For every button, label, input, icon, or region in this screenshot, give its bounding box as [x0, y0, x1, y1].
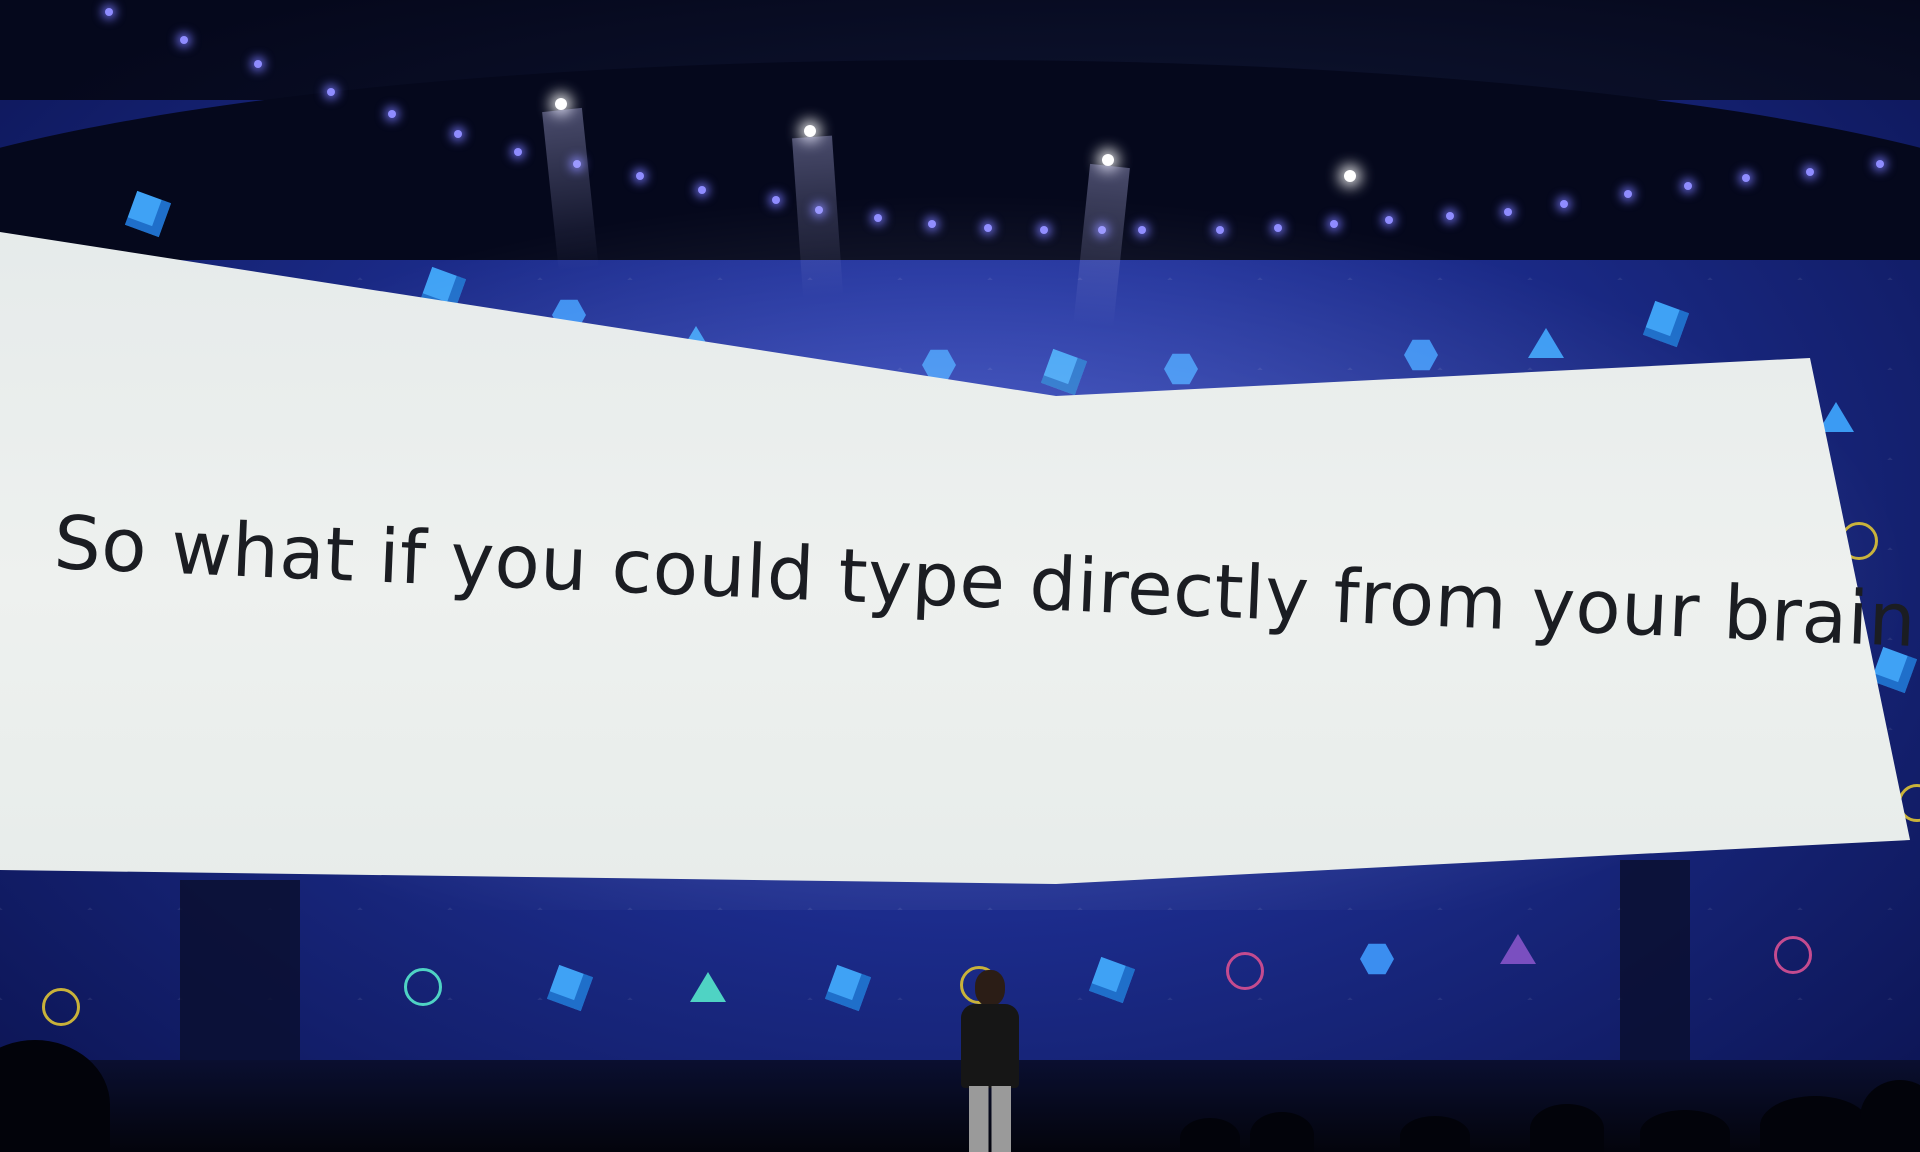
spotlight — [1344, 170, 1356, 182]
stage-light — [1684, 182, 1692, 190]
stage-light — [105, 8, 113, 16]
stage-light — [636, 172, 644, 180]
octahedron-outline-icon — [1774, 936, 1812, 974]
stage-light — [1138, 226, 1146, 234]
stage-light — [514, 148, 522, 156]
audience-head — [1640, 1110, 1730, 1152]
spotlight — [804, 125, 816, 137]
stage-light — [1624, 190, 1632, 198]
stage-light — [1330, 220, 1338, 228]
stage-light — [180, 36, 188, 44]
speaker-jacket — [961, 1004, 1019, 1088]
speaker-head — [975, 970, 1005, 1006]
pyramid-icon — [690, 972, 726, 1002]
stage-light — [1876, 160, 1884, 168]
stage-light — [1274, 224, 1282, 232]
stage-light — [698, 186, 706, 194]
audience-head — [1180, 1118, 1240, 1152]
spotlight — [555, 98, 567, 110]
stage-light — [984, 224, 992, 232]
pyramid-icon — [1528, 328, 1564, 358]
dodecahedron-outline-icon — [404, 968, 442, 1006]
stage-light — [874, 214, 882, 222]
stage-light — [1040, 226, 1048, 234]
spotlight — [1102, 154, 1114, 166]
stage-light — [388, 110, 396, 118]
dodecahedron-outline-icon — [42, 988, 80, 1026]
speaker — [955, 970, 1025, 1152]
stage-light — [1806, 168, 1814, 176]
audience-head — [1530, 1104, 1604, 1152]
audience-head — [1250, 1112, 1314, 1152]
stage-light — [254, 60, 262, 68]
audience-head — [1760, 1096, 1870, 1152]
stage-light — [1216, 226, 1224, 234]
conference-stage-photo: So what if you could type directly from … — [0, 0, 1920, 1152]
stage-light — [1446, 212, 1454, 220]
stage-light — [1560, 200, 1568, 208]
stage-light — [1504, 208, 1512, 216]
stage-light — [928, 220, 936, 228]
audience-head — [1400, 1116, 1470, 1152]
stage-light — [454, 130, 462, 138]
stage-light — [1385, 216, 1393, 224]
speaker-legs — [969, 1086, 1011, 1152]
stage-light — [772, 196, 780, 204]
pyramid-icon — [1500, 934, 1536, 964]
stage-light — [327, 88, 335, 96]
stage-light — [1742, 174, 1750, 182]
octahedron-outline-icon — [1226, 952, 1264, 990]
